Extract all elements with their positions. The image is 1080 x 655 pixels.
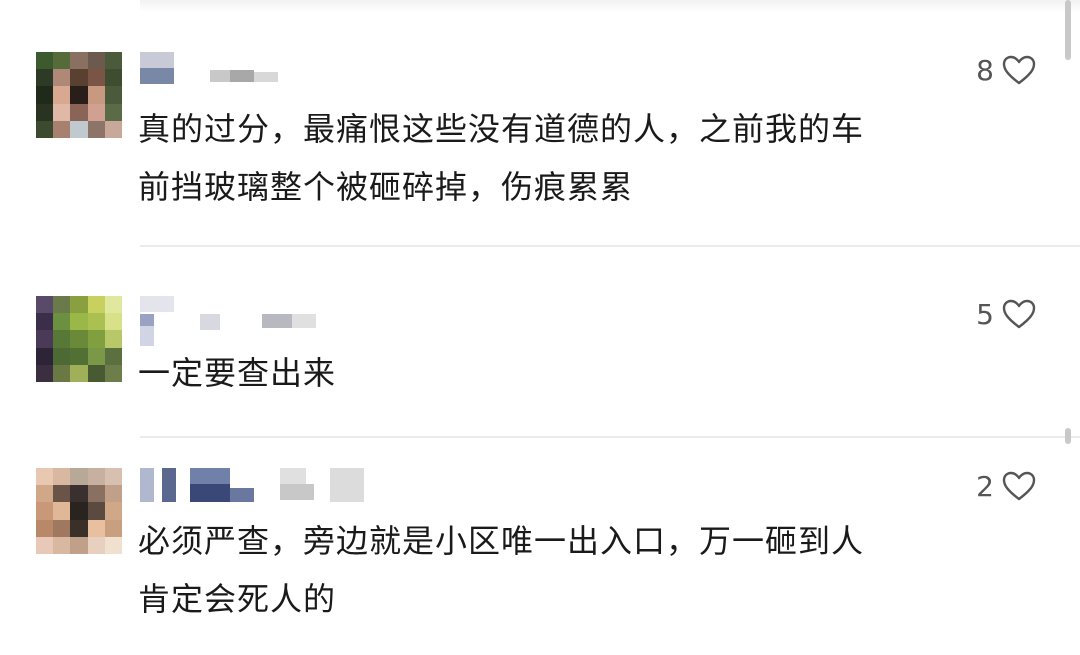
like-button[interactable]: 2: [976, 468, 1036, 504]
heart-outline-icon: [1002, 471, 1036, 501]
divider: [140, 245, 1080, 247]
like-count: 8: [976, 53, 994, 87]
top-fade: [140, 0, 1080, 12]
scrollbar[interactable]: [1065, 0, 1071, 60]
comment-text: 一定要查出来: [138, 354, 337, 392]
comment-item: 8 真的过分，最痛恨这些没有道德的人，之前我的车 前挡玻璃整个被砸碎掉，伤痕累累: [0, 52, 1080, 242]
like-count: 5: [976, 297, 994, 331]
like-button[interactable]: 8: [976, 52, 1036, 88]
like-count: 2: [976, 469, 994, 503]
avatar[interactable]: [36, 296, 122, 382]
scrollbar[interactable]: [1065, 428, 1071, 444]
like-button[interactable]: 5: [976, 296, 1036, 332]
comment-text: 必须严查，旁边就是小区唯一出入口，万一砸到人 肯定会死人的: [138, 522, 865, 618]
comment-item: 2 必须严查，旁边就是小区唯一出入口，万一砸到人 肯定会死人的: [0, 468, 1080, 638]
username[interactable]: [140, 468, 370, 508]
username[interactable]: [140, 52, 370, 92]
avatar[interactable]: [36, 52, 122, 138]
comment-item: 5 一定要查出来: [0, 296, 1080, 406]
heart-outline-icon: [1002, 55, 1036, 85]
avatar[interactable]: [36, 468, 122, 554]
divider: [140, 436, 1080, 438]
heart-outline-icon: [1002, 299, 1036, 329]
username[interactable]: [140, 296, 370, 346]
comment-text: 真的过分，最痛恨这些没有道德的人，之前我的车 前挡玻璃整个被砸碎掉，伤痕累累: [138, 110, 865, 206]
